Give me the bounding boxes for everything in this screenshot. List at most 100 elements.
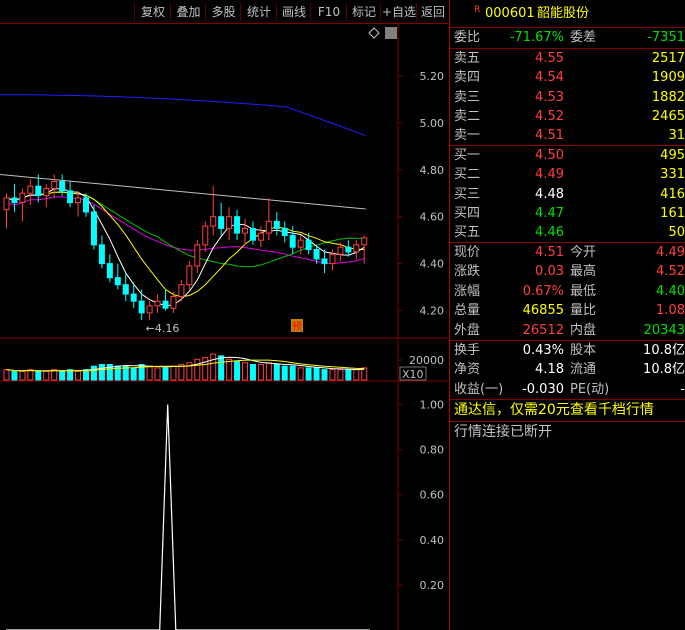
candle-body [67, 190, 74, 204]
volume-bar [265, 362, 272, 381]
quote-2-value2: 4.40 [656, 283, 685, 299]
ask-2-label: 卖三 [454, 89, 481, 105]
toolbar-button-8[interactable]: 返回 [416, 3, 449, 21]
quote-3-label2: 量比 [570, 303, 597, 319]
volume-bar [297, 367, 304, 381]
candle-body [170, 295, 177, 309]
quote-0-row: 现价 4.51 今开 4.49 [450, 243, 685, 263]
bid-0-value: 4.50 [535, 148, 564, 163]
candle-body [202, 225, 209, 246]
quote-panel: R 000601 韶能股份 委比 -71.67% 委差 -7351 卖五 4.55… [449, 0, 685, 630]
fin-1-label: 净资 [454, 362, 481, 378]
toolbar-button-7[interactable]: +自选 [380, 3, 417, 21]
quote-0-label: 现价 [454, 245, 481, 260]
ask-2-row: 卖三 4.53 1882 [450, 88, 685, 108]
fin-0-value: 0.43% [522, 343, 564, 358]
bid-2-value2: 416 [660, 186, 685, 202]
fin-2-row: 收益(一) -0.030 PE(动) - [450, 380, 685, 400]
volume-bar [162, 367, 169, 381]
volume-bar [305, 367, 312, 381]
indicator-tick-label: 1.00 [420, 399, 445, 412]
toolbar-button-1[interactable]: 叠加 [170, 3, 206, 21]
toolbar-button-4[interactable]: 画线 [276, 3, 311, 21]
chart-toolbar: 复权 叠加 多股 统计 画线 F10 标记 +自选 返回 [0, 0, 448, 24]
quote-0-label2: 今开 [570, 245, 597, 260]
candle-body [210, 216, 217, 227]
toolbar-button-0[interactable]: 复权 [134, 3, 171, 21]
volume-bar [3, 369, 10, 381]
diamond-icon [368, 27, 380, 39]
volume-bar [43, 370, 50, 381]
scroll-icon [385, 27, 397, 39]
fin-1-value2: 10.8亿 [643, 362, 685, 378]
candle-body [3, 197, 10, 211]
volume-bar [75, 370, 82, 381]
candle-body [106, 263, 113, 279]
bid-4-value: 4.46 [535, 225, 564, 241]
volume-bar [130, 367, 137, 381]
volume-bar [353, 369, 360, 381]
quote-1-value: 0.03 [535, 264, 564, 280]
candle-body [242, 227, 248, 234]
candle-body [265, 220, 272, 234]
ask-2-value2: 1882 [651, 89, 685, 105]
promo-banner[interactable]: 通达信，仅需20元查看千档行情 [450, 400, 685, 421]
toolbar-button-3[interactable]: 统计 [240, 3, 277, 21]
bid-4-row: 买五 4.46 50 [450, 223, 685, 243]
quote-3-value2: 1.08 [656, 303, 685, 319]
bid-1-row: 买二 4.49 331 [450, 165, 685, 185]
fin-2-label2: PE(动) [570, 381, 610, 397]
fin-0-row: 换手 0.43% 股本 10.8亿 [450, 341, 685, 361]
volume-bar [146, 365, 153, 381]
quote-0-value2: 4.49 [656, 245, 685, 260]
volume-bar [194, 358, 201, 381]
fin-1-value: 4.18 [535, 362, 564, 378]
bid-4-label: 买五 [454, 225, 481, 241]
fin-0-value2: 10.8亿 [643, 343, 685, 358]
candle-body [178, 284, 185, 297]
volume-bar [27, 369, 34, 381]
volume-bar [313, 367, 320, 381]
volume-bar [202, 357, 209, 381]
ask-2-value: 4.53 [535, 89, 564, 105]
toolbar-button-5[interactable]: F10 [310, 3, 347, 21]
ask-3-value: 4.52 [535, 108, 564, 124]
bid-3-value2: 161 [660, 205, 685, 221]
quote-2-value: 0.67% [522, 283, 564, 299]
ask-0-value2: 2517 [651, 51, 685, 66]
candle-body [249, 227, 256, 241]
fin-2-value: -0.030 [522, 381, 564, 397]
kline-chart[interactable]: 5.20 5.00 4.80 4.60 4.40 4.20 ←4.16 预 20000X10 1.… [0, 24, 448, 630]
indicator-tick-label: 0.80 [420, 444, 445, 457]
candle-body [27, 185, 34, 194]
candle-body [98, 244, 105, 265]
fin-1-label2: 流通 [570, 362, 597, 378]
candle-body [83, 197, 89, 213]
promo-text[interactable]: 通达信，仅需20元查看千档行情 [454, 400, 654, 420]
bid-1-label: 买二 [454, 167, 481, 183]
ma120-line [0, 94, 366, 137]
connection-status: 行情连接已断开 [450, 422, 685, 443]
toolbar-button-2[interactable]: 多股 [205, 3, 241, 21]
candle-body [194, 244, 201, 267]
fin-0-label: 换手 [454, 343, 481, 358]
ask-4-value2: 31 [668, 128, 685, 144]
bid-2-label: 买三 [454, 186, 481, 202]
fin-1-row: 净资 4.18 流通 10.8亿 [450, 360, 685, 380]
quote-2-label2: 最低 [570, 283, 597, 299]
volume-bar [257, 363, 264, 381]
toolbar-button-6[interactable]: 标记 [346, 3, 381, 21]
weibi-row: 委比 -71.67% 委差 -7351 [450, 28, 685, 48]
volume-bar [210, 353, 217, 381]
candle-body [90, 211, 97, 246]
bid-2-row: 买三 4.48 416 [450, 185, 685, 205]
volume-bar [59, 370, 66, 381]
bid-3-row: 买四 4.47 161 [450, 204, 685, 224]
volume-unit-label: X10 [402, 368, 424, 381]
bid-3-label: 买四 [454, 205, 481, 221]
candle-body [353, 244, 360, 253]
bid-4-value2: 50 [668, 225, 685, 241]
candle-body [122, 284, 129, 295]
price-tick-label: 5.00 [420, 117, 445, 130]
quote-1-row: 涨跌 0.03 最高 4.52 [450, 262, 685, 282]
